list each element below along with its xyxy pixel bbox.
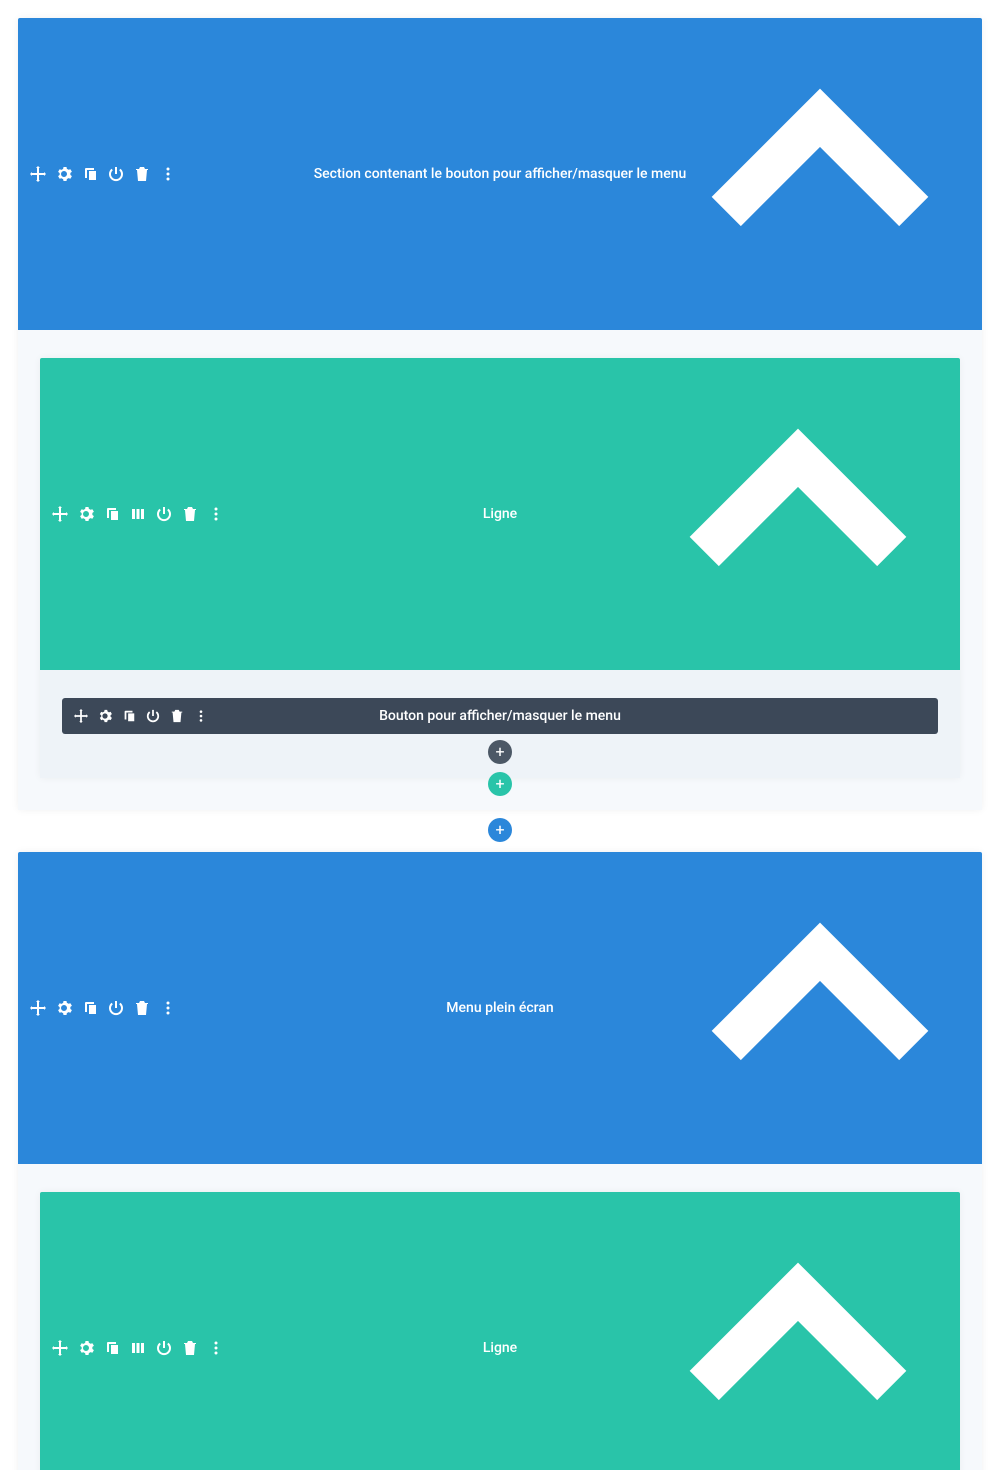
row-header: Ligne (40, 1192, 960, 1470)
toggle-icon[interactable] (156, 506, 172, 522)
row: Ligne Bouton pour afficher/masquer le me… (40, 358, 960, 778)
duplicate-icon[interactable] (82, 166, 98, 182)
collapse-toggle[interactable] (648, 364, 948, 664)
toggle-icon[interactable] (156, 1340, 172, 1356)
duplicate-icon[interactable] (82, 1000, 98, 1016)
toggle-icon[interactable] (146, 709, 160, 723)
settings-icon[interactable] (98, 709, 112, 723)
duplicate-icon[interactable] (104, 506, 120, 522)
settings-icon[interactable] (56, 166, 72, 182)
collapse-toggle[interactable] (670, 858, 970, 1158)
collapse-toggle[interactable] (648, 1198, 948, 1470)
chevron-up-icon (648, 364, 948, 664)
plus-icon: + (495, 776, 504, 792)
section-body: Ligne Bouton pour afficher/masquer le me… (18, 330, 982, 810)
section: Section contenant le bouton pour affiche… (18, 18, 982, 810)
row-body: Bouton pour afficher/masquer le menu + (40, 670, 960, 778)
delete-icon[interactable] (134, 1000, 150, 1016)
delete-icon[interactable] (134, 166, 150, 182)
settings-icon[interactable] (56, 1000, 72, 1016)
settings-icon[interactable] (78, 506, 94, 522)
chevron-up-icon (670, 24, 970, 324)
section-header: Section contenant le bouton pour affiche… (18, 18, 982, 330)
duplicate-icon[interactable] (122, 709, 136, 723)
move-icon[interactable] (30, 166, 46, 182)
toggle-icon[interactable] (108, 1000, 124, 1016)
more-icon[interactable] (208, 506, 224, 522)
add-section-wrap: + (18, 818, 982, 842)
move-icon[interactable] (74, 709, 88, 723)
plus-icon: + (495, 744, 504, 760)
toggle-icon[interactable] (108, 166, 124, 182)
delete-icon[interactable] (182, 1340, 198, 1356)
columns-icon[interactable] (130, 1340, 146, 1356)
section-body: Ligne Texte Séparateur Blog + (18, 1164, 982, 1470)
duplicate-icon[interactable] (104, 1340, 120, 1356)
more-icon[interactable] (160, 1000, 176, 1016)
add-row-button[interactable]: + (488, 772, 512, 796)
move-icon[interactable] (52, 1340, 68, 1356)
more-icon[interactable] (208, 1340, 224, 1356)
row: Ligne Texte Séparateur Blog + (40, 1192, 960, 1470)
move-icon[interactable] (30, 1000, 46, 1016)
move-icon[interactable] (52, 506, 68, 522)
more-icon[interactable] (160, 166, 176, 182)
section: Menu plein écran Ligne Texte (18, 852, 982, 1470)
section-toolbar (30, 166, 176, 182)
module[interactable]: Bouton pour afficher/masquer le menu (62, 698, 938, 734)
columns-icon[interactable] (130, 506, 146, 522)
add-section-button[interactable]: + (488, 818, 512, 842)
collapse-toggle[interactable] (670, 24, 970, 324)
settings-icon[interactable] (78, 1340, 94, 1356)
row-header: Ligne (40, 358, 960, 670)
delete-icon[interactable] (170, 709, 184, 723)
row-toolbar (52, 1340, 224, 1356)
plus-icon: + (495, 822, 504, 838)
section-header: Menu plein écran (18, 852, 982, 1164)
more-icon[interactable] (194, 709, 208, 723)
add-module-button[interactable]: + (488, 740, 512, 764)
section-toolbar (30, 1000, 176, 1016)
delete-icon[interactable] (182, 506, 198, 522)
module-toolbar (74, 709, 208, 723)
add-row-wrap: + (40, 772, 960, 796)
row-toolbar (52, 506, 224, 522)
chevron-up-icon (670, 858, 970, 1158)
chevron-up-icon (648, 1198, 948, 1470)
